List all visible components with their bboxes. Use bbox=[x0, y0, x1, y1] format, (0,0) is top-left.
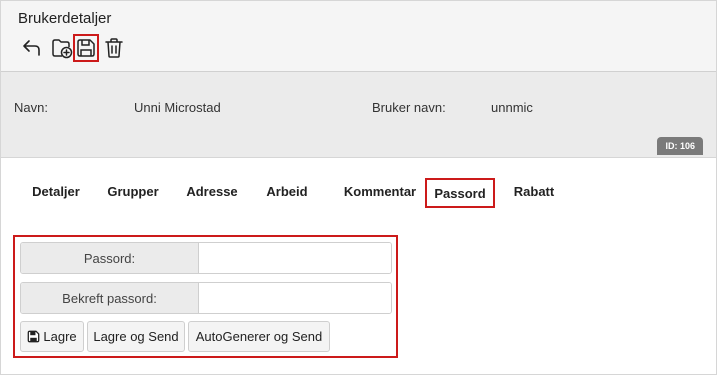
page-title: Brukerdetaljer bbox=[18, 10, 112, 27]
tab-kommentar[interactable]: Kommentar bbox=[331, 178, 429, 208]
back-button[interactable] bbox=[19, 34, 45, 62]
tab-adresse[interactable]: Adresse bbox=[179, 178, 245, 208]
password-label: Passord: bbox=[21, 243, 199, 273]
name-value: Unni Microstad bbox=[134, 100, 221, 115]
password-input[interactable] bbox=[199, 243, 391, 273]
name-label: Navn: bbox=[14, 100, 48, 115]
user-info-panel: Navn: Unni Microstad Bruker navn: unnmic… bbox=[1, 72, 716, 158]
delete-button[interactable] bbox=[101, 34, 127, 62]
username-value: unnmic bbox=[491, 100, 533, 115]
header-bar: Brukerdetaljer bbox=[1, 1, 716, 72]
add-folder-icon bbox=[52, 39, 73, 59]
confirm-password-input[interactable] bbox=[199, 283, 391, 313]
confirm-password-row: Bekreft passord: bbox=[20, 282, 392, 314]
trash-icon bbox=[105, 38, 123, 58]
username-label: Bruker navn: bbox=[372, 100, 446, 115]
tab-arbeid[interactable]: Arbeid bbox=[258, 178, 316, 208]
back-arrow-icon bbox=[23, 40, 40, 56]
save-icon bbox=[77, 39, 95, 57]
confirm-password-label: Bekreft passord: bbox=[21, 283, 199, 313]
autogenerer-og-send-button[interactable]: AutoGenerer og Send bbox=[188, 321, 330, 352]
save-button[interactable] bbox=[73, 34, 99, 62]
tab-detaljer[interactable]: Detaljer bbox=[19, 178, 93, 208]
lagre-label: Lagre bbox=[43, 329, 77, 344]
password-form: Passord: Bekreft passord: Lagre Lagre og… bbox=[13, 235, 398, 358]
id-badge: ID: 106 bbox=[657, 137, 703, 155]
lagre-button[interactable]: Lagre bbox=[20, 321, 84, 352]
user-details-window: Brukerdetaljer Navn: Unni Microstad Bruk… bbox=[0, 0, 717, 375]
tab-rabatt[interactable]: Rabatt bbox=[509, 178, 559, 208]
lagre-og-send-button[interactable]: Lagre og Send bbox=[87, 321, 185, 352]
tab-passord[interactable]: Passord bbox=[425, 178, 495, 208]
save-icon bbox=[28, 330, 40, 343]
tab-grupper[interactable]: Grupper bbox=[99, 178, 167, 208]
password-row: Passord: bbox=[20, 242, 392, 274]
add-folder-button[interactable] bbox=[49, 34, 75, 62]
